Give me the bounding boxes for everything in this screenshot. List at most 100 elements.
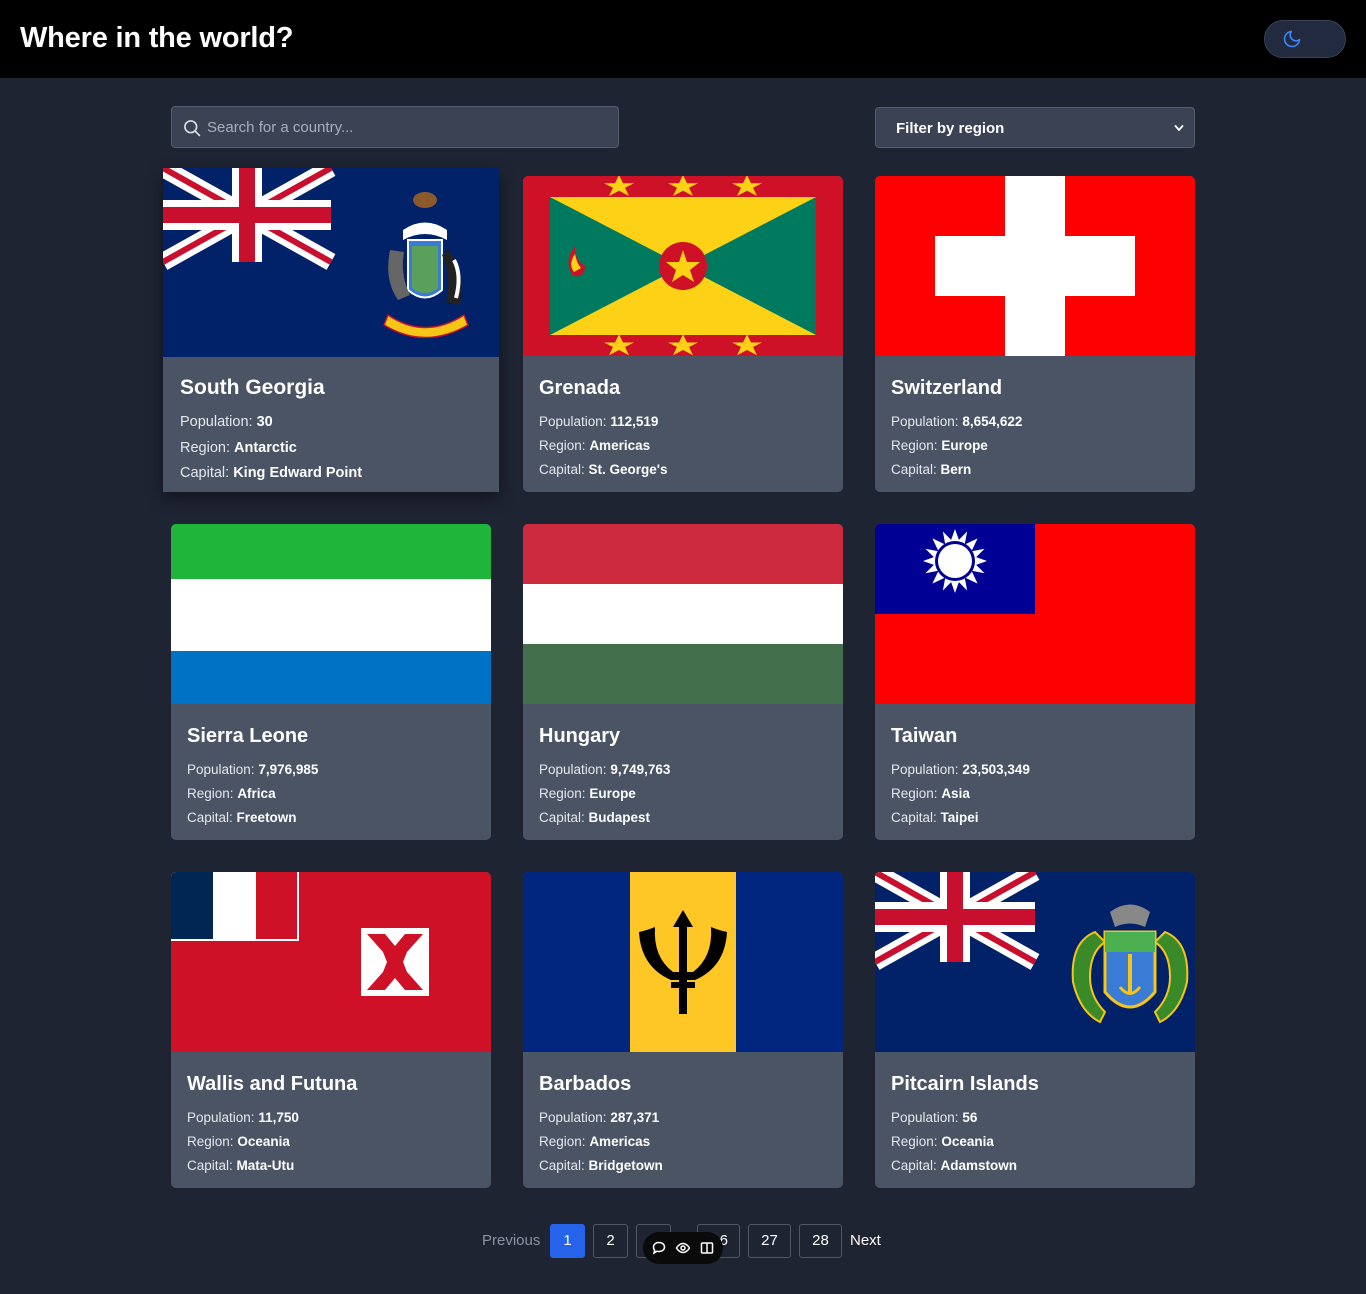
capital-row: Capital: Taipei <box>891 806 1183 830</box>
capital-value: Freetown <box>236 810 297 825</box>
country-name: Switzerland <box>891 377 1003 399</box>
population-value: 30 <box>256 414 273 430</box>
country-name: South Georgia <box>180 376 325 399</box>
capital-value: Bern <box>940 462 972 477</box>
population-row: Population: 9,749,763 <box>539 758 831 782</box>
capital-row: Capital: Freetown <box>187 806 479 830</box>
pagination-next-button[interactable]: Next <box>850 1232 881 1249</box>
population-label: Population: <box>180 414 253 430</box>
flag-image <box>875 872 1195 1052</box>
population-label: Population: <box>539 1110 607 1125</box>
region-filter-select[interactable]: Filter by region <box>875 107 1195 148</box>
capital-row: Capital: Budapest <box>539 806 831 830</box>
capital-value: Bridgetown <box>588 1158 663 1173</box>
capital-label: Capital: <box>891 462 937 477</box>
region-row: Region: Oceania <box>187 1130 479 1154</box>
country-name: Sierra Leone <box>187 725 309 747</box>
search-icon <box>184 120 201 137</box>
flag-image <box>171 872 491 1052</box>
pagination-page-button[interactable]: 1 <box>550 1224 585 1258</box>
capital-label: Capital: <box>539 810 585 825</box>
region-row: Region: Americas <box>539 1130 831 1154</box>
pagination-page-button[interactable]: 2 <box>593 1224 628 1258</box>
country-card[interactable]: Barbados Population: 287,371 Region: Ame… <box>523 872 843 1188</box>
region-label: Region: <box>180 439 230 456</box>
eye-icon[interactable] <box>675 1240 691 1261</box>
region-label: Region: <box>891 786 938 801</box>
country-card[interactable]: Grenada Population: 112,519 Region: Amer… <box>523 176 843 492</box>
country-card[interactable]: Pitcairn Islands Population: 56 Region: … <box>875 872 1195 1188</box>
country-card[interactable]: Sierra Leone Population: 7,976,985 Regio… <box>171 524 491 840</box>
region-row: Region: Africa <box>187 782 479 806</box>
capital-row: Capital: St. George's <box>539 458 831 482</box>
theme-toggle-button[interactable] <box>1264 20 1346 58</box>
pagination-page-button[interactable]: 28 <box>799 1224 842 1258</box>
app-header: Where in the world? <box>0 0 1366 78</box>
moon-icon <box>1283 30 1301 48</box>
population-value: 56 <box>962 1110 978 1125</box>
population-value: 8,654,622 <box>962 414 1023 429</box>
region-value: Oceania <box>237 1134 290 1149</box>
capital-label: Capital: <box>539 1158 585 1173</box>
population-row: Population: 7,976,985 <box>187 758 479 782</box>
population-row: Population: 11,750 <box>187 1106 479 1130</box>
country-name: Taiwan <box>891 725 958 747</box>
flag-image <box>163 168 499 357</box>
flag-image <box>875 176 1195 356</box>
population-label: Population: <box>187 762 255 777</box>
region-row: Region: Asia <box>891 782 1183 806</box>
capital-value: King Edward Point <box>233 465 363 481</box>
region-label: Region: <box>891 438 938 453</box>
capital-row: Capital: Bern <box>891 458 1183 482</box>
region-label: Region: <box>891 1134 938 1149</box>
country-name: Wallis and Futuna <box>187 1073 358 1095</box>
country-card[interactable]: Taiwan Population: 23,503,349 Region: As… <box>875 524 1195 840</box>
region-value: Americas <box>589 438 651 453</box>
region-label: Region: <box>187 1134 234 1149</box>
population-label: Population: <box>187 1110 255 1125</box>
region-label: Region: <box>539 438 586 453</box>
book-icon[interactable] <box>699 1240 715 1261</box>
country-name: Grenada <box>539 377 621 399</box>
app-title: Where in the world? <box>20 22 294 54</box>
country-card[interactable]: South Georgia Population: 30 Region: Ant… <box>163 168 499 492</box>
search-input[interactable] <box>207 107 607 147</box>
comment-icon[interactable] <box>651 1240 667 1261</box>
capital-label: Capital: <box>891 810 937 825</box>
population-label: Population: <box>891 762 959 777</box>
region-value: Oceania <box>941 1134 994 1149</box>
flag-image <box>523 524 843 704</box>
country-name: Pitcairn Islands <box>891 1073 1039 1095</box>
population-label: Population: <box>891 414 959 429</box>
region-value: Americas <box>589 1134 651 1149</box>
country-card[interactable]: Wallis and Futuna Population: 11,750 Reg… <box>171 872 491 1188</box>
region-row: Region: Europe <box>539 782 831 806</box>
country-name: Hungary <box>539 725 621 747</box>
region-value: Europe <box>589 786 636 801</box>
capital-row: Capital: King Edward Point <box>180 461 487 487</box>
population-value: 7,976,985 <box>258 762 319 777</box>
population-row: Population: 8,654,622 <box>891 410 1183 434</box>
pagination-page-button[interactable]: 27 <box>748 1224 791 1258</box>
region-filter-label: Filter by region <box>896 120 1005 137</box>
population-value: 112,519 <box>610 414 659 429</box>
flag-image <box>171 524 491 704</box>
country-name: Barbados <box>539 1073 632 1095</box>
region-value: Asia <box>941 786 970 801</box>
country-card[interactable]: Hungary Population: 9,749,763 Region: Eu… <box>523 524 843 840</box>
capital-value: Mata-Utu <box>236 1158 295 1173</box>
capital-label: Capital: <box>539 462 585 477</box>
population-value: 9,749,763 <box>610 762 671 777</box>
region-value: Africa <box>237 786 276 801</box>
chevron-down-icon <box>1174 125 1184 131</box>
capital-row: Capital: Mata-Utu <box>187 1154 479 1178</box>
capital-row: Capital: Bridgetown <box>539 1154 831 1178</box>
population-label: Population: <box>891 1110 959 1125</box>
population-value: 23,503,349 <box>962 762 1030 777</box>
population-value: 11,750 <box>258 1110 299 1125</box>
capital-value: Adamstown <box>940 1158 1018 1173</box>
country-card[interactable]: Switzerland Population: 8,654,622 Region… <box>875 176 1195 492</box>
region-row: Region: Americas <box>539 434 831 458</box>
search-box <box>171 106 619 148</box>
pagination-previous-button[interactable]: Previous <box>482 1232 540 1249</box>
